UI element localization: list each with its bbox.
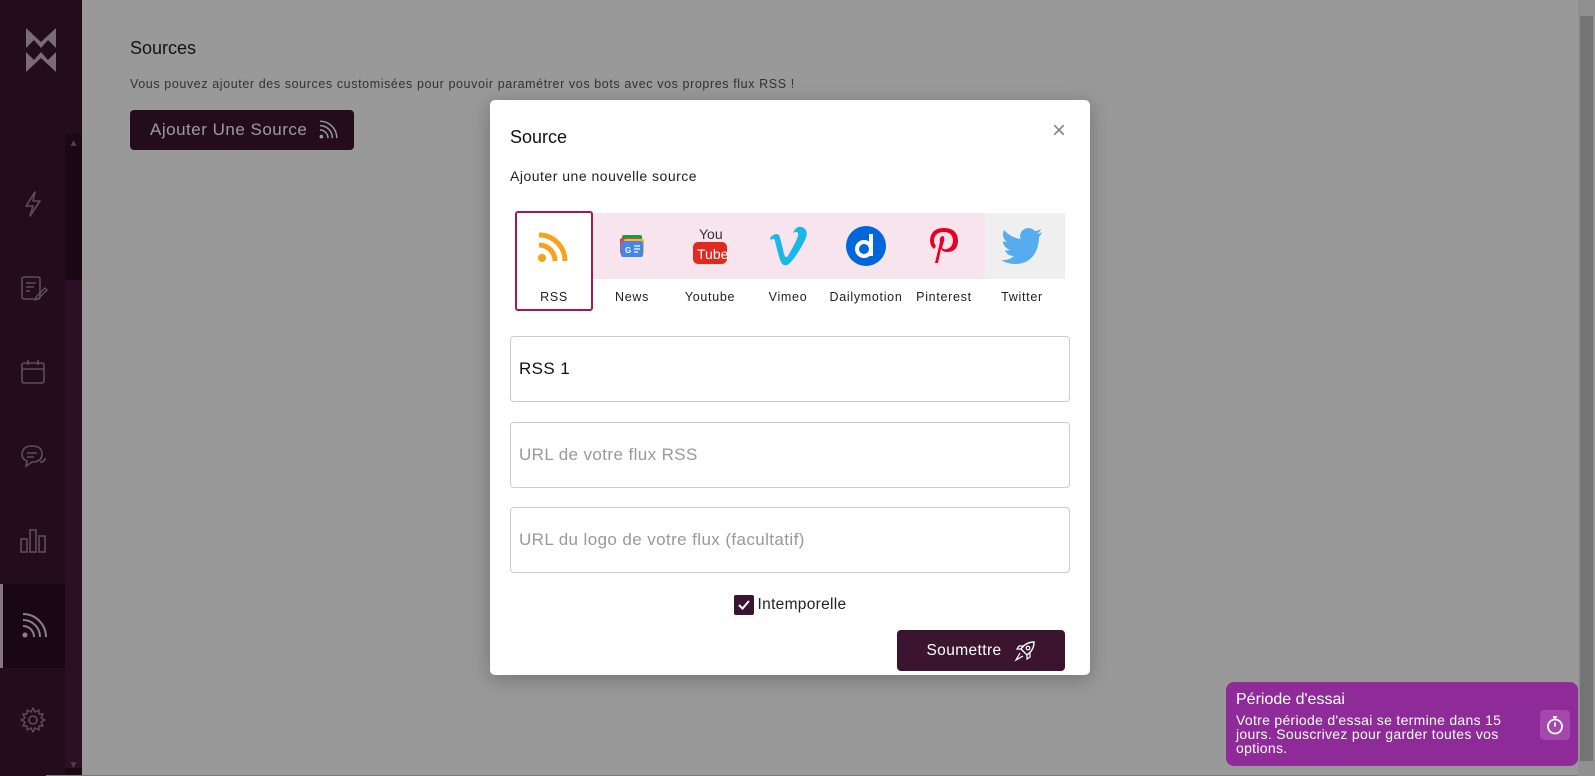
stopwatch-icon[interactable] bbox=[1540, 710, 1570, 740]
svg-text:Tube: Tube bbox=[697, 246, 729, 262]
source-tab-rss[interactable]: RSS bbox=[515, 211, 593, 311]
source-tab-dailymotion[interactable]: Dailymotion bbox=[827, 213, 905, 311]
source-tab-label: News bbox=[614, 290, 650, 304]
source-tab-vimeo[interactable]: Vimeo bbox=[749, 213, 827, 311]
source-tab-news[interactable]: G News bbox=[593, 213, 671, 311]
timeless-checkbox[interactable] bbox=[733, 595, 754, 615]
source-tab-youtube[interactable]: You Tube Youtube bbox=[671, 213, 749, 311]
source-tab-label: Vimeo bbox=[768, 290, 808, 304]
source-tab-label: Dailymotion bbox=[829, 290, 903, 304]
pinterest-icon bbox=[930, 228, 958, 263]
submit-button-label: Soumettre bbox=[926, 641, 1002, 659]
source-tab-label: Youtube bbox=[684, 290, 736, 304]
submit-button[interactable]: Soumettre bbox=[897, 630, 1065, 671]
source-tab-twitter[interactable]: Twitter bbox=[983, 213, 1061, 311]
trial-text: Votre période d'essai se termine dans 15… bbox=[1236, 712, 1502, 756]
svg-text:You: You bbox=[699, 226, 723, 242]
google-news-icon: G bbox=[620, 235, 644, 257]
source-tab-label: RSS bbox=[540, 290, 568, 304]
logo-url-field[interactable] bbox=[510, 507, 1070, 573]
timeless-checkbox-row: Intemporelle bbox=[490, 595, 1090, 615]
trial-notification: Période d'essai Votre période d'essai se… bbox=[1226, 682, 1578, 766]
source-tab-label: Twitter bbox=[1001, 290, 1043, 304]
svg-text:G: G bbox=[625, 246, 631, 255]
source-tab-pinterest[interactable]: Pinterest bbox=[905, 213, 983, 311]
source-modal: Source × Ajouter une nouvelle source RSS… bbox=[490, 100, 1090, 675]
dailymotion-icon bbox=[846, 226, 886, 266]
rss-url-field[interactable] bbox=[510, 422, 1070, 488]
source-tab-label: Pinterest bbox=[916, 290, 972, 304]
rocket-icon bbox=[1013, 640, 1035, 662]
vimeo-icon bbox=[770, 226, 807, 266]
close-icon[interactable]: × bbox=[1048, 119, 1070, 143]
youtube-icon: You Tube bbox=[693, 226, 729, 264]
twitter-icon bbox=[1001, 228, 1042, 264]
source-name-field[interactable] bbox=[510, 336, 1070, 402]
trial-title: Période d'essai bbox=[1236, 691, 1345, 708]
rss-icon bbox=[538, 232, 568, 262]
modal-subtitle: Ajouter une nouvelle source bbox=[510, 168, 698, 184]
timeless-checkbox-label[interactable]: Intemporelle bbox=[758, 596, 847, 614]
checkmark-icon bbox=[737, 600, 750, 610]
modal-title: Source bbox=[510, 127, 568, 147]
